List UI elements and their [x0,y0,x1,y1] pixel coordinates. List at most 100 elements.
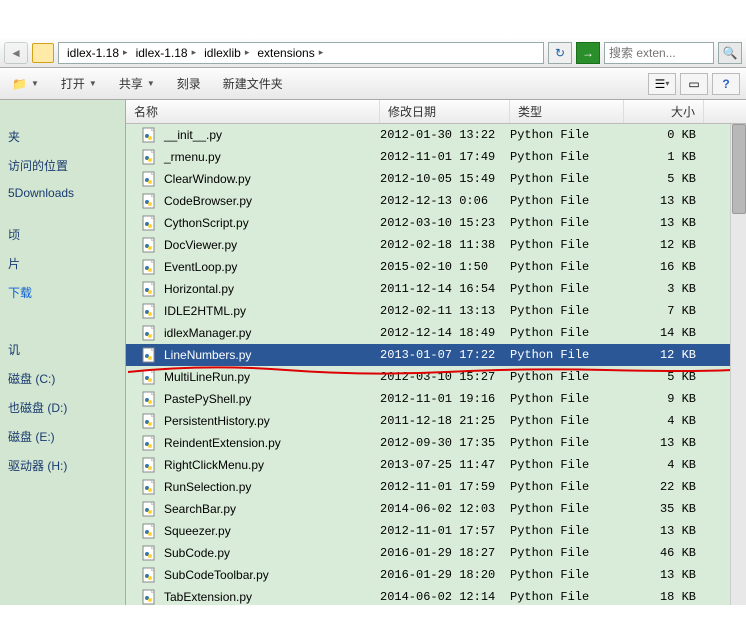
breadcrumb-item[interactable]: extensions▸ [253,46,327,60]
sidebar-item[interactable]: 驱动器 (H:) [4,451,121,480]
file-row[interactable]: Squeezer.py2012-11-01 17:57Python File13… [126,520,746,542]
open-button[interactable]: 打开▼ [55,71,103,96]
file-type: Python File [510,348,624,362]
preview-pane-button[interactable]: ▭ [680,73,708,95]
file-name: SubCode.py [164,546,230,560]
file-date: 2013-01-07 17:22 [380,348,510,362]
file-row[interactable]: SearchBar.py2014-06-02 12:03Python File3… [126,498,746,520]
file-type: Python File [510,568,624,582]
back-arrow-icon: ◄ [10,46,22,60]
sidebar-item[interactable]: 磁盘 (E:) [4,422,121,451]
python-file-icon [142,281,158,297]
file-row[interactable]: RightClickMenu.py2013-07-25 11:47Python … [126,454,746,476]
file-row[interactable]: __init__.py2012-01-30 13:22Python File0 … [126,124,746,146]
scroll-thumb[interactable] [732,124,746,214]
sidebar-item[interactable]: 下载 [4,278,121,307]
file-row[interactable]: ClearWindow.py2012-10-05 15:49Python Fil… [126,168,746,190]
python-file-icon [142,391,158,407]
column-header-type[interactable]: 类型 [510,100,624,123]
breadcrumb-item[interactable]: idlexlib▸ [200,46,253,60]
organize-button[interactable]: 📁▼ [6,73,45,95]
search-button[interactable]: 🔍 [718,42,742,64]
sidebar-item[interactable]: 片 [4,249,121,278]
nav-back-button[interactable]: ◄ [4,42,28,64]
go-button[interactable]: → [576,42,600,64]
file-size: 35 KB [624,502,704,516]
view-button[interactable]: ☰▾ [648,73,676,95]
refresh-button[interactable]: ↻ [548,42,572,64]
sidebar-item[interactable]: 5Downloads [4,180,121,206]
python-file-icon [142,589,158,605]
file-size: 12 KB [624,238,704,252]
file-row[interactable]: DocViewer.py2012-02-18 11:38Python File1… [126,234,746,256]
vertical-scrollbar[interactable] [730,124,746,605]
share-button[interactable]: 共享▼ [113,71,161,96]
file-row[interactable]: Horizontal.py2011-12-14 16:54Python File… [126,278,746,300]
file-date: 2012-02-18 11:38 [380,238,510,252]
file-date: 2012-10-05 15:49 [380,172,510,186]
file-row[interactable]: _rmenu.py2012-11-01 17:49Python File1 KB [126,146,746,168]
file-row[interactable]: SubCodeToolbar.py2016-01-29 18:20Python … [126,564,746,586]
toolbar: 📁▼ 打开▼ 共享▼ 刻录 新建文件夹 ☰▾ ▭ ? [0,68,746,100]
file-name: PersistentHistory.py [164,414,270,428]
column-header-name[interactable]: 名称 [126,100,380,123]
sidebar-item[interactable]: 讥 [4,335,121,364]
file-list[interactable]: __init__.py2012-01-30 13:22Python File0 … [126,124,746,605]
python-file-icon [142,369,158,385]
burn-button[interactable]: 刻录 [171,71,207,96]
file-row[interactable]: PersistentHistory.py2011-12-18 21:25Pyth… [126,410,746,432]
sidebar-item[interactable]: 磁盘 (C:) [4,364,121,393]
file-date: 2016-01-29 18:27 [380,546,510,560]
breadcrumb-bar[interactable]: idlex-1.18▸idlex-1.18▸idlexlib▸extension… [58,42,544,64]
file-row[interactable]: EventLoop.py2015-02-10 1:50Python File16… [126,256,746,278]
file-type: Python File [510,282,624,296]
file-row[interactable]: SubCode.py2016-01-29 18:27Python File46 … [126,542,746,564]
file-row[interactable]: idlexManager.py2012-12-14 18:49Python Fi… [126,322,746,344]
new-folder-button[interactable]: 新建文件夹 [217,71,289,96]
file-size: 5 KB [624,370,704,384]
search-box[interactable] [604,42,714,64]
sidebar-item[interactable]: 也磁盘 (D:) [4,393,121,422]
file-size: 5 KB [624,172,704,186]
file-size: 0 KB [624,128,704,142]
search-icon: 🔍 [723,46,738,60]
newfolder-label: 新建文件夹 [223,75,283,92]
folder-icon[interactable] [32,43,54,63]
file-row[interactable]: TabExtension.py2014-06-02 12:14Python Fi… [126,586,746,605]
python-file-icon [142,193,158,209]
file-row[interactable]: RunSelection.py2012-11-01 17:59Python Fi… [126,476,746,498]
col-date-label: 修改日期 [388,103,436,120]
python-file-icon [142,325,158,341]
breadcrumb-label: idlex-1.18 [67,46,119,60]
chevron-right-icon: ▸ [319,47,324,58]
file-size: 4 KB [624,414,704,428]
file-row[interactable]: CythonScript.py2012-03-10 15:23Python Fi… [126,212,746,234]
file-date: 2016-01-29 18:20 [380,568,510,582]
file-date: 2011-12-18 21:25 [380,414,510,428]
go-arrow-icon: → [582,46,594,60]
breadcrumb-item[interactable]: idlex-1.18▸ [63,46,132,60]
file-row[interactable]: LineNumbers.py2013-01-07 17:22Python Fil… [126,344,746,366]
sidebar-item[interactable]: 顷 [4,220,121,249]
sidebar-item[interactable]: 夹 [4,122,121,151]
file-row[interactable]: IDLE2HTML.py2012-02-11 13:13Python File7… [126,300,746,322]
help-button[interactable]: ? [712,73,740,95]
file-date: 2012-02-11 13:13 [380,304,510,318]
breadcrumb-item[interactable]: idlex-1.18▸ [132,46,201,60]
file-size: 1 KB [624,150,704,164]
search-input[interactable] [609,46,709,60]
sidebar-item[interactable]: 访问的位置 [4,151,121,180]
file-name: MultiLineRun.py [164,370,250,384]
file-row[interactable]: PastePyShell.py2012-11-01 19:16Python Fi… [126,388,746,410]
column-header-size[interactable]: 大小 [624,100,704,123]
file-name: _rmenu.py [164,150,221,164]
file-date: 2012-11-01 17:59 [380,480,510,494]
file-row[interactable]: CodeBrowser.py2012-12-13 0:06Python File… [126,190,746,212]
file-row[interactable]: ReindentExtension.py2012-09-30 17:35Pyth… [126,432,746,454]
column-header-row: 名称 修改日期 类型 大小 [126,100,746,124]
file-row[interactable]: MultiLineRun.py2012-03-10 15:27Python Fi… [126,366,746,388]
file-type: Python File [510,392,624,406]
column-header-date[interactable]: 修改日期 [380,100,510,123]
chevron-right-icon: ▸ [245,47,250,58]
python-file-icon [142,347,158,363]
